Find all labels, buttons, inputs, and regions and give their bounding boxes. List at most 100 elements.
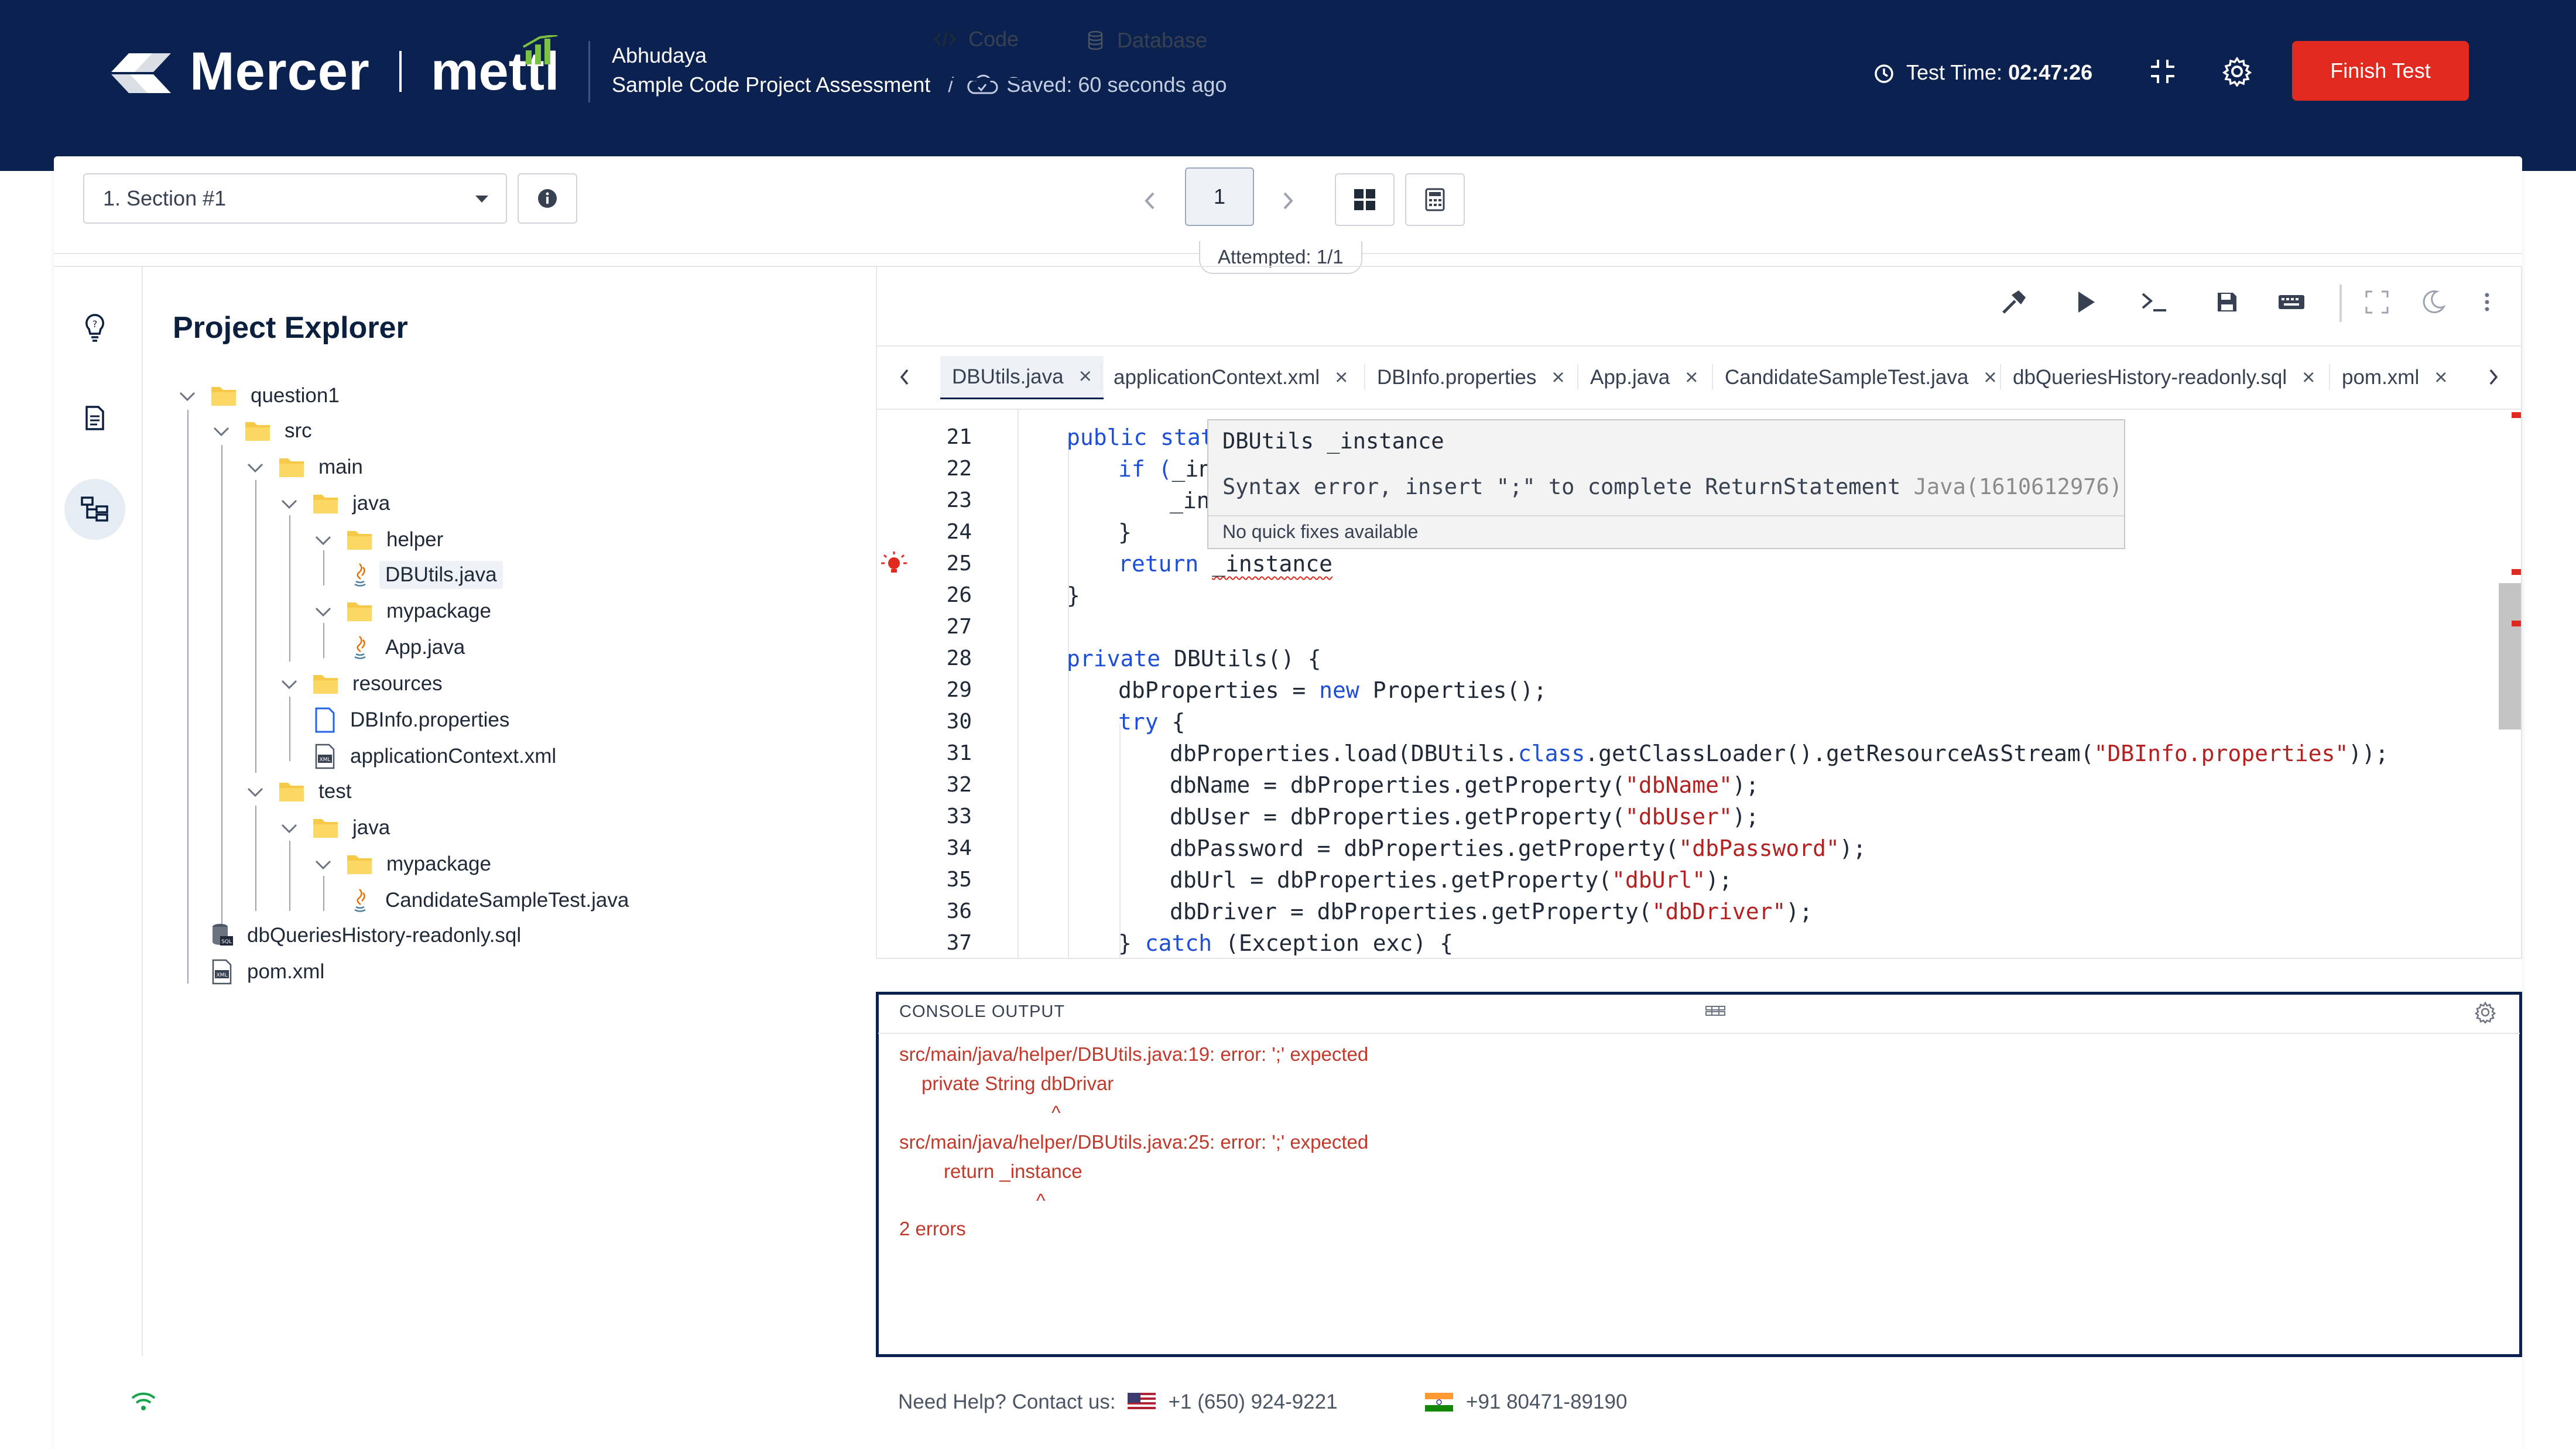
tree-item-mypackage[interactable]: mypackage: [311, 848, 491, 881]
tree-item-dbquerieshistory-readonly-sql[interactable]: SQL dbQueriesHistory-readonly.sql: [210, 919, 521, 952]
section-info-button[interactable]: [518, 173, 577, 224]
phone-in[interactable]: +91 80471-89190: [1466, 1390, 1627, 1414]
tabs-scroll-right-icon[interactable]: [2485, 365, 2502, 389]
chevron-down-icon[interactable]: [311, 531, 335, 549]
file-tab-app[interactable]: App.java ×: [1578, 356, 1710, 399]
code-line-34[interactable]: dbPassword = dbProperties.getProperty("d…: [1170, 833, 1866, 864]
code-line-33[interactable]: dbUser = dbProperties.getProperty("dbUse…: [1170, 801, 1759, 833]
question-grid-button[interactable]: [1335, 173, 1395, 226]
fullscreen-icon[interactable]: [2362, 287, 2392, 317]
sql-file-icon: SQL: [210, 922, 234, 949]
code-line-25[interactable]: return _instance: [1118, 548, 1332, 580]
tree-item-test[interactable]: test: [244, 775, 351, 808]
code-line-37[interactable]: } catch (Exception exc) {: [1118, 927, 1453, 958]
tree-item-app-java[interactable]: App.java: [348, 631, 465, 664]
error-token: _instance: [1212, 551, 1333, 577]
chevron-down-icon[interactable]: [244, 783, 267, 800]
tree-item-dbutils-java[interactable]: DBUtils.java: [348, 559, 503, 591]
tab-database[interactable]: Database: [1087, 0, 1207, 81]
tree-item-dbinfo-properties[interactable]: DBInfo.properties: [313, 704, 509, 737]
rail-question-button[interactable]: ?: [64, 297, 125, 358]
chevron-down-icon[interactable]: [278, 495, 301, 512]
editor-scrollbar[interactable]: [2499, 583, 2521, 729]
phone-us[interactable]: +1 (650) 924-9221: [1169, 1390, 1338, 1414]
code-line-36[interactable]: dbDriver = dbProperties.getProperty("dbD…: [1170, 896, 1813, 927]
chevron-down-icon[interactable]: [244, 458, 267, 476]
rail-document-button[interactable]: [64, 388, 125, 448]
close-icon[interactable]: ×: [2302, 365, 2315, 390]
tree-item-resources[interactable]: resources: [278, 667, 443, 700]
code-line-23[interactable]: _in: [1170, 485, 1210, 516]
chevron-down-icon[interactable]: [210, 422, 233, 440]
tree-item-main[interactable]: main: [244, 451, 363, 484]
file-tab-dbutils[interactable]: DBUtils.java ×: [940, 356, 1104, 399]
build-hammer-icon[interactable]: [1999, 287, 2029, 317]
tree-item-label: resources: [352, 672, 443, 695]
close-icon[interactable]: ×: [1079, 364, 1092, 389]
tree-item-java[interactable]: java: [278, 487, 390, 520]
chevron-down-icon[interactable]: [311, 602, 335, 620]
close-icon[interactable]: ×: [1685, 365, 1698, 390]
save-icon[interactable]: [2212, 287, 2242, 317]
code-line-21[interactable]: public stat: [1067, 422, 1214, 453]
tree-item-applicationcontext-xml[interactable]: XML applicationContext.xml: [313, 740, 556, 773]
chevron-down-icon[interactable]: [278, 675, 301, 693]
code-line-28[interactable]: private DBUtils() {: [1067, 643, 1321, 674]
close-icon[interactable]: ×: [2434, 365, 2447, 390]
code-token: _in: [1170, 488, 1210, 513]
grid-icon: [1354, 189, 1375, 210]
close-icon[interactable]: ×: [1984, 365, 1996, 390]
chevron-down-icon[interactable]: [176, 387, 199, 405]
tab-code[interactable]: Code: [933, 0, 1019, 81]
file-tab-dbquerieshistory[interactable]: dbQueriesHistory-readonly.sql ×: [2001, 356, 2327, 399]
keyboard-icon[interactable]: [2276, 287, 2307, 317]
tree-item-src[interactable]: src: [210, 415, 312, 447]
java-file-icon: [348, 634, 372, 661]
code-line-22[interactable]: if (_in: [1118, 453, 1212, 485]
chevron-down-icon[interactable]: [278, 819, 301, 837]
mettl-brand-text: mettl: [431, 35, 560, 102]
code-line-24[interactable]: }: [1118, 516, 1132, 548]
code-token: return: [1118, 551, 1212, 577]
chevron-down-icon[interactable]: [311, 855, 335, 873]
tree-item-question1[interactable]: question1: [176, 379, 340, 412]
console-title: CONSOLE OUTPUT: [899, 1002, 1066, 1021]
finish-test-button[interactable]: Finish Test: [2292, 41, 2469, 101]
next-question-icon[interactable]: [1276, 186, 1300, 215]
tree-item-java[interactable]: java: [278, 811, 390, 844]
run-play-icon[interactable]: [2070, 287, 2101, 317]
close-icon[interactable]: ×: [1551, 365, 1564, 390]
code-line-32[interactable]: dbName = dbProperties.getProperty("dbNam…: [1170, 769, 1759, 801]
console-settings-icon[interactable]: [2474, 1001, 2496, 1023]
file-tab-applicationcontext[interactable]: applicationContext.xml ×: [1102, 356, 1359, 399]
code-token: dbPassword = dbProperties.getProperty(: [1170, 835, 1679, 861]
help-label: Need Help? Contact us:: [898, 1390, 1116, 1413]
error-lightbulb-icon[interactable]: [879, 550, 909, 580]
terminal-icon[interactable]: [2139, 287, 2170, 317]
file-tab-dbinfo[interactable]: DBInfo.properties ×: [1365, 356, 1577, 399]
tree-item-candidatesampletest-java[interactable]: CandidateSampleTest.java: [348, 884, 629, 917]
tabs-scroll-left-icon[interactable]: [896, 365, 913, 389]
tree-item-pom-xml[interactable]: XML pom.xml: [210, 955, 324, 988]
tree-item-label: question1: [251, 384, 340, 407]
file-tab-pom[interactable]: pom.xml ×: [2330, 356, 2459, 399]
drag-handle-icon[interactable]: [1705, 1005, 1726, 1018]
rail-project-tree-button[interactable]: [64, 479, 125, 540]
tree-item-mypackage[interactable]: mypackage: [311, 595, 491, 628]
settings-gear-icon[interactable]: [2222, 56, 2252, 87]
calculator-button[interactable]: [1405, 173, 1465, 226]
close-icon[interactable]: ×: [1335, 365, 1348, 390]
dark-mode-moon-icon[interactable]: [2418, 287, 2448, 317]
code-line-35[interactable]: dbUrl = dbProperties.getProperty("dbUrl"…: [1170, 864, 1732, 896]
code-line-30[interactable]: try {: [1118, 706, 1185, 738]
code-line-31[interactable]: dbProperties.load(DBUtils.class.getClass…: [1170, 738, 2389, 769]
question-page-button[interactable]: 1: [1185, 167, 1254, 226]
code-line-26[interactable]: }: [1067, 580, 1080, 611]
more-options-icon[interactable]: [2472, 287, 2502, 317]
exit-fullscreen-icon[interactable]: [2147, 56, 2178, 87]
tree-item-helper[interactable]: helper: [311, 523, 443, 556]
prev-question-icon[interactable]: [1138, 186, 1162, 215]
section-dropdown[interactable]: 1. Section #1: [83, 173, 507, 224]
code-line-29[interactable]: dbProperties = new Properties();: [1118, 674, 1547, 706]
file-tab-candidatesampletest[interactable]: CandidateSampleTest.java ×: [1713, 356, 2009, 399]
